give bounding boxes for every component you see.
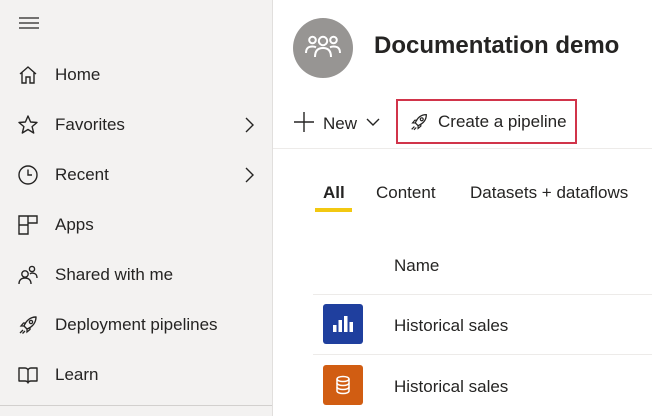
chevron-down-icon (365, 115, 381, 133)
book-icon (16, 363, 40, 387)
sidebar-item-label: Home (55, 65, 101, 84)
sidebar-item-label: Recent (55, 165, 109, 184)
divider (273, 148, 652, 149)
tab-all[interactable]: All (323, 183, 345, 203)
sidebar-item-label: Shared with me (55, 265, 174, 284)
new-button-label: New (323, 114, 358, 133)
table-row[interactable]: Historical sales (313, 354, 652, 414)
item-name[interactable]: Historical sales (394, 377, 508, 397)
table-row[interactable]: Historical sales (313, 294, 652, 354)
sidebar-item-apps[interactable]: Apps (0, 203, 272, 247)
item-name[interactable]: Historical sales (394, 316, 508, 336)
sidebar-item-label: Favorites (55, 115, 125, 134)
star-icon (16, 113, 40, 137)
group-icon (304, 31, 342, 66)
create-pipeline-label: Create a pipeline (438, 111, 567, 131)
divider (0, 405, 272, 406)
new-button[interactable]: New (293, 108, 381, 140)
tab-content[interactable]: Content (376, 183, 436, 203)
sidebar-item-learn[interactable]: Learn (0, 353, 272, 397)
chevron-right-icon[interactable] (240, 165, 258, 185)
apps-icon (16, 213, 40, 237)
chevron-right-icon[interactable] (240, 115, 258, 135)
workspace-avatar (293, 18, 353, 78)
tab-datasets-dataflows[interactable]: Datasets + dataflows (470, 183, 628, 203)
rocket-icon (16, 313, 40, 337)
active-tab-indicator (315, 208, 352, 212)
report-icon (323, 304, 363, 344)
shared-icon (16, 263, 40, 287)
sidebar: Home Favorites Recent Apps Shared with m… (0, 0, 273, 416)
sidebar-item-label: Apps (55, 215, 94, 234)
column-header-name[interactable]: Name (394, 256, 439, 276)
main-content: Documentation demo New Create a pipeline… (273, 0, 652, 416)
plus-icon (293, 111, 315, 138)
sidebar-item-label: Deployment pipelines (55, 315, 218, 334)
sidebar-item-home[interactable]: Home (0, 53, 272, 97)
sidebar-item-favorites[interactable]: Favorites (0, 103, 272, 147)
hamburger-menu-icon[interactable] (18, 14, 40, 32)
home-icon (16, 63, 40, 87)
sidebar-item-recent[interactable]: Recent (0, 153, 272, 197)
sidebar-item-label: Learn (55, 365, 99, 384)
clock-icon (16, 163, 40, 187)
page-title: Documentation demo (374, 32, 620, 59)
rocket-icon (408, 111, 430, 138)
dataset-icon (323, 365, 363, 405)
sidebar-item-deployment-pipelines[interactable]: Deployment pipelines (0, 303, 272, 347)
create-pipeline-button[interactable]: Create a pipeline (396, 99, 577, 144)
sidebar-item-shared-with-me[interactable]: Shared with me (0, 253, 272, 297)
